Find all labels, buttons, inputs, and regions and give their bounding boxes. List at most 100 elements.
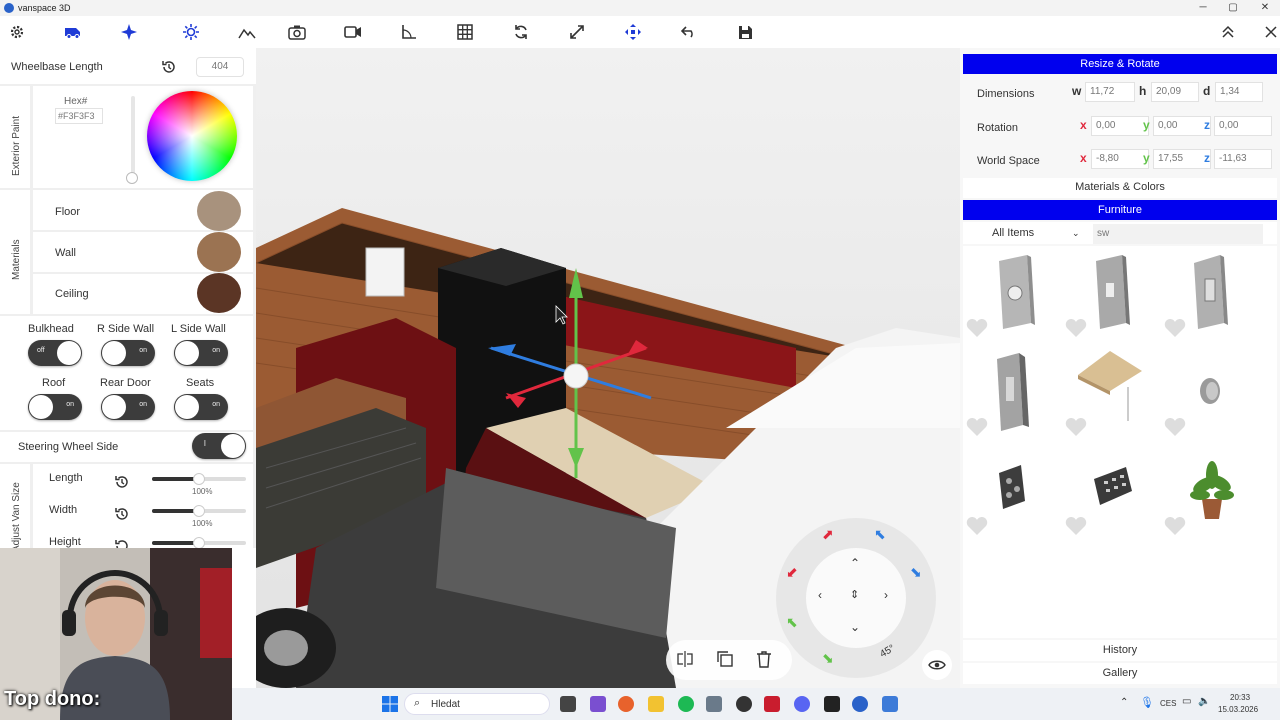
reset-history-icon[interactable] [161, 59, 177, 75]
maximize-button[interactable]: ▢ [1218, 0, 1248, 16]
rotate-x-down-icon[interactable]: ⬋ [786, 564, 798, 581]
grid-icon[interactable] [454, 22, 476, 42]
clock-time[interactable]: 20:33 [1230, 693, 1250, 702]
dimension-w-input[interactable]: 11,72 [1085, 82, 1135, 102]
floor-swatch[interactable] [197, 191, 241, 231]
furniture-item-round-switch[interactable] [979, 253, 1049, 333]
furniture-item-control-panel[interactable] [979, 449, 1049, 529]
bulkhead-toggle[interactable]: off [28, 340, 82, 366]
video-camera-icon[interactable] [342, 22, 364, 42]
visibility-eye-icon[interactable] [922, 650, 952, 680]
file-explorer-icon[interactable] [648, 696, 664, 712]
rotation-y-input[interactable]: 0,00 [1153, 116, 1211, 136]
length-reset-icon[interactable] [114, 474, 130, 490]
history-tab[interactable]: History [963, 640, 1277, 661]
length-slider[interactable] [152, 473, 246, 485]
roof-toggle[interactable]: on [28, 394, 82, 420]
minimize-button[interactable]: ─ [1188, 0, 1218, 16]
furniture-item-dimmer-switch[interactable] [979, 351, 1049, 431]
width-reset-icon[interactable] [114, 506, 130, 522]
rotate-z-left-icon[interactable]: ⬉ [874, 526, 886, 543]
save-icon[interactable] [734, 22, 756, 42]
van-icon[interactable] [62, 22, 84, 42]
rotation-z-input[interactable]: 0,00 [1214, 116, 1272, 136]
favorite-heart-icon[interactable] [1065, 417, 1087, 437]
volume-icon[interactable]: 🔈 [1198, 696, 1210, 707]
favorite-heart-icon[interactable] [966, 516, 988, 536]
rotation-x-input[interactable]: 0,00 [1091, 116, 1149, 136]
terrain-icon[interactable] [236, 22, 258, 42]
r-side-wall-toggle[interactable]: on [101, 340, 155, 366]
sun-light-icon[interactable] [180, 22, 202, 42]
language-indicator[interactable]: CES [1160, 699, 1176, 708]
3d-viewport[interactable]: ⌃ ⌄ ‹ › ⇕ ⬈ ⬉ ⬋ ⬊ ⬉ ⬊ 45° [256, 48, 960, 688]
camera-icon[interactable] [286, 22, 308, 42]
settings-app-icon[interactable] [882, 696, 898, 712]
mic-icon[interactable]: 🎙 [1140, 696, 1154, 709]
favorite-heart-icon[interactable] [1065, 516, 1087, 536]
rear-door-toggle[interactable]: on [101, 394, 155, 420]
favorite-heart-icon[interactable] [1164, 318, 1186, 338]
collapse-up-icon[interactable] [1217, 22, 1239, 42]
dropdown-chevron-icon[interactable]: ⌄ [1072, 228, 1080, 239]
world-x-input[interactable]: -8,80 [1091, 149, 1149, 169]
l-side-wall-toggle[interactable]: on [174, 340, 228, 366]
vanspace-app-icon[interactable] [852, 696, 868, 712]
color-wheel[interactable] [147, 91, 237, 181]
tray-chevron-icon[interactable]: ⌃ [1120, 697, 1128, 708]
app-icon-red[interactable] [764, 696, 780, 712]
dimension-h-input[interactable]: 20,09 [1151, 82, 1199, 102]
favorite-heart-icon[interactable] [1164, 516, 1186, 536]
dimension-d-input[interactable]: 1,34 [1215, 82, 1263, 102]
firefox-icon[interactable] [618, 696, 634, 712]
move-arrows-icon[interactable] [622, 22, 644, 42]
world-z-input[interactable]: -11,63 [1214, 149, 1272, 169]
close-window-button[interactable]: ✕ [1250, 0, 1280, 16]
category-select[interactable]: All Items [992, 227, 1034, 239]
rotate-y-right-icon[interactable]: ⬊ [822, 650, 834, 667]
pan-right-chevron-icon[interactable]: › [884, 588, 888, 602]
windows-start-icon[interactable] [382, 696, 398, 712]
width-slider[interactable] [152, 505, 246, 517]
wheelbase-input[interactable]: 404 [196, 57, 244, 77]
pan-left-chevron-icon[interactable]: ‹ [818, 588, 822, 602]
sparkle-icon[interactable] [118, 22, 140, 42]
ceiling-swatch[interactable] [197, 273, 241, 313]
hex-input[interactable]: #F3F3F3 [55, 108, 103, 124]
mirror-flip-icon[interactable] [676, 650, 694, 668]
spotify-icon[interactable] [678, 696, 694, 712]
furniture-search-input[interactable]: sw [1093, 224, 1263, 244]
task-view-icon[interactable] [560, 696, 576, 712]
favorite-heart-icon[interactable] [966, 318, 988, 338]
gallery-tab[interactable]: Gallery [963, 663, 1277, 684]
camera-orbit-control[interactable]: ⌃ ⌄ ‹ › ⇕ ⬈ ⬉ ⬋ ⬊ ⬉ ⬊ 45° [776, 518, 936, 678]
rotate-x-up-icon[interactable]: ⬈ [822, 526, 834, 543]
clock-date[interactable]: 15.03.2026 [1218, 705, 1258, 714]
calculator-icon[interactable] [706, 696, 722, 712]
rotate-y-left-icon[interactable]: ⬉ [786, 614, 798, 631]
close-panel-icon[interactable] [1260, 22, 1280, 42]
scale-expand-icon[interactable] [566, 22, 588, 42]
steering-side-toggle[interactable]: l [192, 433, 246, 459]
obs-icon[interactable] [736, 696, 752, 712]
settings-gear-icon[interactable] [6, 22, 28, 42]
materials-colors-tab[interactable]: Materials & Colors [963, 178, 1277, 198]
zoom-center-icon[interactable]: ⇕ [850, 588, 859, 601]
duplicate-icon[interactable] [716, 650, 734, 668]
world-y-input[interactable]: 17,55 [1153, 149, 1211, 169]
rotate-z-right-icon[interactable]: ⬊ [910, 564, 922, 581]
undo-icon[interactable] [678, 22, 700, 42]
favorite-heart-icon[interactable] [966, 417, 988, 437]
taskbar-search-box[interactable]: ⌕ Hledat [404, 693, 550, 715]
pan-up-chevron-icon[interactable]: ⌃ [850, 556, 860, 570]
discord-icon[interactable] [794, 696, 810, 712]
favorite-heart-icon[interactable] [1065, 318, 1087, 338]
brightness-slider[interactable] [131, 96, 135, 174]
measure-angle-icon[interactable] [398, 22, 420, 42]
app-icon-1[interactable] [590, 696, 606, 712]
pan-down-chevron-icon[interactable]: ⌄ [850, 620, 860, 634]
network-icon[interactable]: ▭ [1182, 696, 1191, 707]
sync-rotate-icon[interactable] [510, 22, 532, 42]
furniture-header[interactable]: Furniture [963, 200, 1277, 220]
brightness-slider-thumb[interactable] [126, 172, 138, 184]
